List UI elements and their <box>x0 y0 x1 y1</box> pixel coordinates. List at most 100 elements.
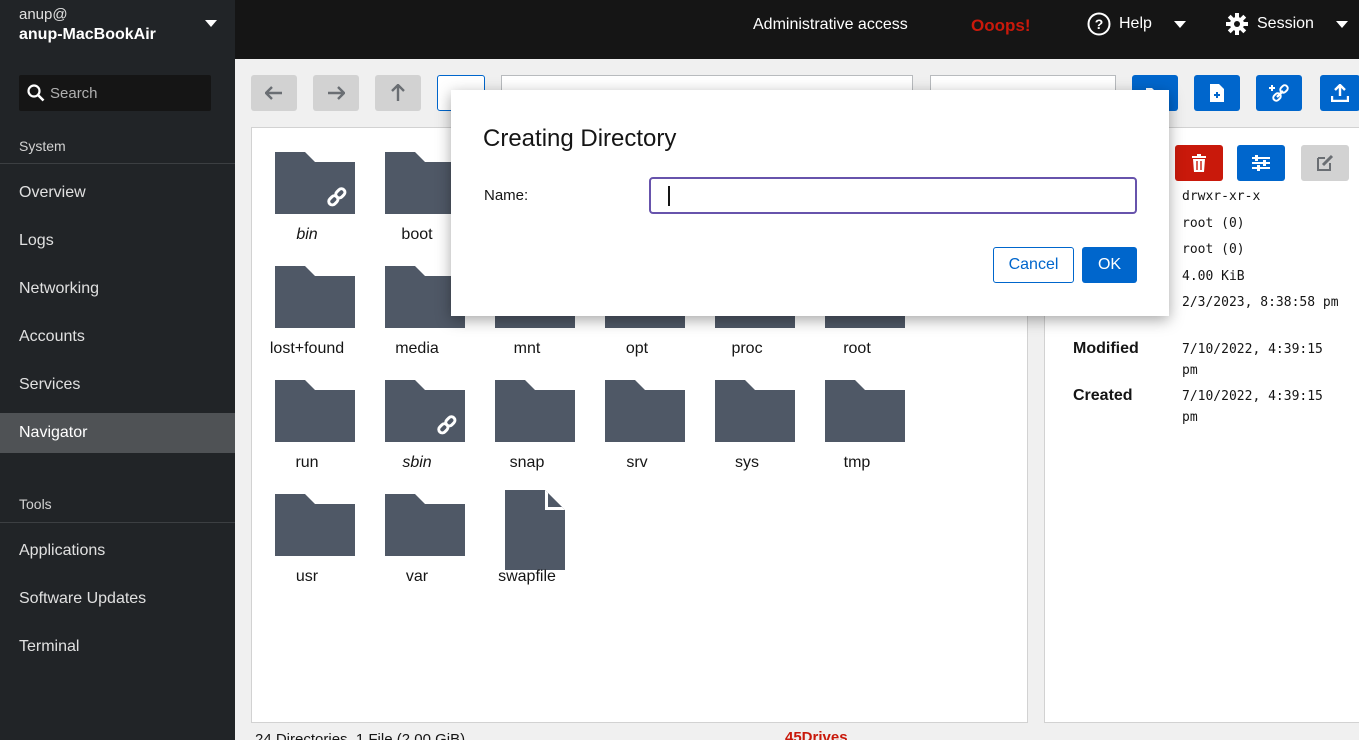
folder-link-icon <box>385 380 465 442</box>
prop-size: 4.00 KiB <box>1182 269 1245 284</box>
upload-icon <box>1331 84 1349 102</box>
up-button[interactable] <box>375 75 421 111</box>
new-file-button[interactable] <box>1194 75 1240 111</box>
arrow-up-icon <box>391 84 405 101</box>
status-summary: 24 Directories, 1 File (2.00 GiB) <box>255 731 466 740</box>
back-button[interactable] <box>251 75 297 111</box>
file-name: lost+found <box>269 340 345 357</box>
trash-icon <box>1192 154 1206 172</box>
sidebar-item-navigator[interactable]: Navigator <box>0 413 235 453</box>
folder-link-icon <box>275 152 355 214</box>
session-label: Session <box>1257 15 1314 32</box>
prop-owner: root (0) <box>1182 216 1245 231</box>
sidebar-search[interactable] <box>19 75 211 111</box>
prop-mode: drwxr-xr-x <box>1182 189 1261 204</box>
host-switcher[interactable]: anup@ anup-MacBookAir <box>19 5 156 45</box>
chevron-down-icon <box>1335 20 1348 28</box>
section-tools: Tools <box>19 496 52 512</box>
link-plus-icon <box>1269 84 1289 102</box>
sidebar-item-networking[interactable]: Networking <box>0 269 235 309</box>
file-name: swapfile <box>498 568 556 585</box>
file-name: opt <box>625 340 649 357</box>
new-link-button[interactable] <box>1256 75 1302 111</box>
gear-icon <box>1226 13 1248 35</box>
file-plus-icon <box>1210 84 1224 102</box>
file-item[interactable]: run <box>252 378 362 488</box>
file-name: tmp <box>843 454 871 471</box>
delete-button[interactable] <box>1175 145 1223 181</box>
search-input[interactable] <box>50 75 205 111</box>
oops-indicator[interactable]: Ooops! <box>971 16 1031 36</box>
file-item[interactable]: lost+found <box>252 264 362 374</box>
file-item[interactable]: srv <box>582 378 692 488</box>
file-item[interactable]: sys <box>692 378 802 488</box>
sidebar-item-accounts[interactable]: Accounts <box>0 317 235 357</box>
prop-created-label: Created <box>1073 387 1133 404</box>
file-item[interactable]: usr <box>252 492 362 602</box>
prop-modified: 7/10/2022, 4:39:15 pm <box>1182 342 1323 378</box>
edit-icon <box>1317 154 1334 171</box>
cancel-button[interactable]: Cancel <box>993 247 1074 283</box>
folder-icon <box>495 380 575 442</box>
upload-button[interactable] <box>1320 75 1359 111</box>
file-item[interactable]: snap <box>472 378 582 488</box>
help-icon: ? <box>1087 12 1111 36</box>
file-item[interactable]: tmp <box>802 378 912 488</box>
prop-created: 7/10/2022, 4:39:15 pm <box>1182 389 1323 425</box>
edit-button[interactable] <box>1301 145 1349 181</box>
folder-icon <box>825 380 905 442</box>
arrow-left-icon <box>265 86 282 100</box>
help-menu[interactable]: ? Help <box>1087 12 1186 36</box>
administrative-access[interactable]: Administrative access <box>753 16 908 34</box>
text-cursor <box>668 186 670 206</box>
file-name: bin <box>296 226 318 243</box>
directory-name-input[interactable] <box>649 177 1137 214</box>
folder-icon <box>715 380 795 442</box>
prop-group: root (0) <box>1182 242 1245 257</box>
file-name: sbin <box>402 454 432 471</box>
top-bar: Administrative access Ooops! ? Help Sess… <box>235 0 1359 59</box>
section-system: System <box>19 138 66 154</box>
divider <box>0 163 235 164</box>
file-name: snap <box>509 454 545 471</box>
folder-icon <box>385 494 465 556</box>
sidebar-item-logs[interactable]: Logs <box>0 221 235 261</box>
file-item[interactable]: var <box>362 492 472 602</box>
create-directory-dialog: Creating Directory Name: Cancel OK <box>451 90 1169 316</box>
session-menu[interactable]: Session <box>1225 12 1348 36</box>
sidebar-item-overview[interactable]: Overview <box>0 173 235 213</box>
file-item[interactable]: bin <box>252 150 362 260</box>
file-name: sys <box>735 454 759 471</box>
folder-icon <box>275 380 355 442</box>
chevron-down-icon <box>1173 20 1186 28</box>
file-name: proc <box>731 340 763 357</box>
sidebar-item-terminal[interactable]: Terminal <box>0 627 235 667</box>
sidebar-item-services[interactable]: Services <box>0 365 235 405</box>
sidebar-item-applications[interactable]: Applications <box>0 531 235 571</box>
edit-permissions-button[interactable] <box>1237 145 1285 181</box>
folder-icon <box>275 266 355 328</box>
ok-button[interactable]: OK <box>1082 247 1137 283</box>
file-name: media <box>395 340 439 357</box>
divider <box>0 522 235 523</box>
arrow-right-icon <box>328 86 345 100</box>
sidebar-item-software-updates[interactable]: Software Updates <box>0 579 235 619</box>
prop-modified-label: Modified <box>1073 340 1139 357</box>
name-label: Name: <box>484 187 529 204</box>
file-name: mnt <box>513 340 541 357</box>
folder-icon <box>605 380 685 442</box>
chevron-down-icon[interactable] <box>205 20 217 27</box>
folder-icon <box>275 494 355 556</box>
search-icon <box>27 84 45 102</box>
brand-logo: 45Drives <box>785 729 848 740</box>
file-name: run <box>295 454 319 471</box>
file-name: var <box>405 568 429 585</box>
file-item[interactable]: swapfile <box>472 490 582 602</box>
file-icon <box>505 490 565 570</box>
file-name: usr <box>295 568 319 585</box>
host-name: anup-MacBookAir <box>19 26 156 43</box>
forward-button[interactable] <box>313 75 359 111</box>
dialog-title: Creating Directory <box>483 125 677 152</box>
file-item[interactable]: sbin <box>362 378 472 488</box>
svg-text:?: ? <box>1095 16 1104 32</box>
